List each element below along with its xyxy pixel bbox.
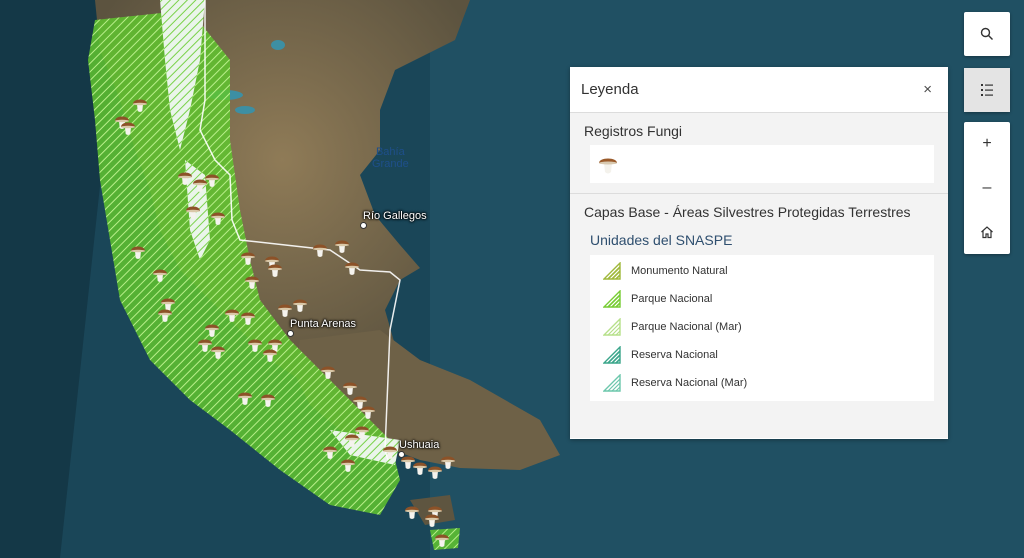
layer-title-fungi: Registros Fungi <box>584 123 683 139</box>
legend-panel: Leyenda × Registros Fungi Capas Base - Á… <box>570 67 948 439</box>
legend-item-reserva: Reserva Nacional <box>590 341 934 369</box>
legend-item-parque: Parque Nacional <box>590 285 934 313</box>
home-icon <box>981 226 993 239</box>
ushuaia-dot <box>398 451 405 458</box>
search-button[interactable] <box>964 12 1010 56</box>
search-control <box>964 12 1010 56</box>
home-button[interactable] <box>964 210 1010 254</box>
hatch-swatch-icon <box>603 290 621 308</box>
bahia-grande-label: Bahía Grande <box>372 146 409 170</box>
punta-arenas-dot <box>287 330 294 337</box>
legend-item-reserva-mar: Reserva Nacional (Mar) <box>590 369 934 397</box>
hatch-swatch-icon <box>603 374 621 392</box>
legend-item-label: Monumento Natural <box>631 265 728 277</box>
legend-item-label: Parque Nacional <box>631 293 713 305</box>
legend-header: Leyenda × <box>570 67 948 113</box>
punta-arenas-label: Punta Arenas <box>290 318 357 330</box>
ushuaia-label: Ushuaia <box>399 439 440 451</box>
rio-gallegos-dot <box>360 222 367 229</box>
legend-button[interactable] <box>964 68 1010 112</box>
legend-item-monumento: Monumento Natural <box>590 257 934 285</box>
zoom-in-button[interactable]: + <box>964 122 1010 166</box>
layer-title-snaspe: Capas Base - Áreas Silvestres Protegidas… <box>584 204 911 220</box>
mushroom-icon <box>599 158 617 174</box>
legend-list-icon <box>981 84 993 96</box>
zoom-control: + – <box>964 122 1010 254</box>
legend-item-label: Reserva Nacional (Mar) <box>631 377 748 389</box>
fungi-symbol-box <box>590 145 934 183</box>
legend-title: Leyenda <box>581 81 639 98</box>
search-icon <box>980 27 993 40</box>
hatch-swatch-icon <box>603 262 621 280</box>
legend-item-label: Parque Nacional (Mar) <box>631 321 742 333</box>
legend-body: Registros Fungi Capas Base - Áreas Silve… <box>570 113 948 438</box>
sublayer-title: Unidades del SNASPE <box>590 232 733 248</box>
hatch-swatch-icon <box>603 318 621 336</box>
legend-item-parque-mar: Parque Nacional (Mar) <box>590 313 934 341</box>
legend-control <box>964 68 1010 112</box>
hatch-swatch-icon <box>603 346 621 364</box>
rio-gallegos-label: Río Gallegos <box>363 210 427 222</box>
legend-item-label: Reserva Nacional <box>631 349 718 361</box>
zoom-out-button[interactable]: – <box>964 166 1010 210</box>
close-icon[interactable]: × <box>919 77 936 102</box>
legend-list: Monumento Natural Parque Nacional Parque… <box>590 255 934 401</box>
